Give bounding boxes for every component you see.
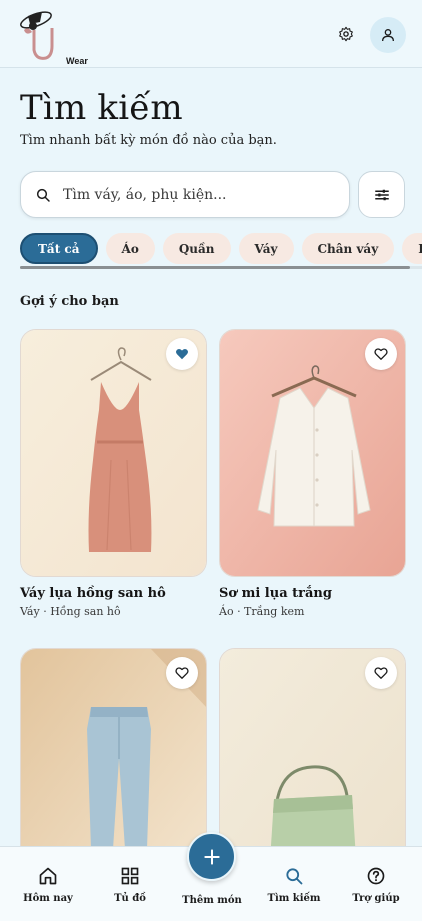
product-name: Váy lụa hồng san hô [20, 586, 166, 601]
chip-accessories[interactable]: Phụ kiện [402, 233, 422, 264]
chip-tops[interactable]: Áo [105, 233, 155, 264]
nav-item-search[interactable]: Tìm kiếm [256, 847, 332, 921]
chips-scrollbar-thumb[interactable] [20, 266, 410, 269]
search-icon [23, 187, 63, 203]
plus-icon [203, 848, 220, 865]
logo-text: Wear [66, 56, 88, 66]
product-card[interactable]: Sơ mi lụa trắng Áo · Trắng kem [219, 329, 406, 618]
product-meta: Áo · Trắng kem [219, 605, 305, 618]
add-item-label: Thêm món [182, 895, 242, 906]
favorite-button[interactable] [166, 338, 198, 370]
nav-item-help[interactable]: Trợ giúp [338, 847, 414, 921]
product-image[interactable] [20, 329, 207, 577]
home-icon [38, 865, 58, 887]
add-item-button[interactable] [187, 832, 236, 881]
chips-scrollbar[interactable] [20, 266, 422, 269]
nav-item-home[interactable]: Hôm nay [10, 847, 86, 921]
chip-skirts[interactable]: Chân váy [301, 233, 395, 264]
section-title: Gợi ý cho bạn [20, 294, 119, 309]
help-icon [366, 865, 386, 887]
heart-filled-icon [176, 348, 188, 360]
favorite-button[interactable] [365, 657, 397, 689]
sliders-icon [374, 189, 389, 200]
chip-pants[interactable]: Quần [162, 233, 231, 264]
search-input[interactable] [63, 186, 349, 203]
heart-outline-icon [374, 348, 388, 360]
user-icon [382, 29, 394, 42]
favorite-button[interactable] [365, 338, 397, 370]
heart-outline-icon [374, 667, 388, 679]
heart-outline-icon [175, 667, 189, 679]
product-name: Sơ mi lụa trắng [219, 586, 332, 601]
settings-button[interactable] [332, 20, 360, 48]
category-chips: Tất cảÁoQuầnVáyChân váy Phụ kiện [20, 233, 422, 265]
grid-icon [120, 865, 140, 887]
chip-dresses[interactable]: Váy [238, 233, 294, 264]
nav-label: Trợ giúp [352, 893, 400, 904]
favorite-button[interactable] [166, 657, 198, 689]
nav-label: Tìm kiếm [267, 893, 321, 904]
product-card[interactable]: Váy lụa hồng san hô Váy · Hồng san hô [20, 329, 207, 618]
chip-all[interactable]: Tất cả [20, 233, 98, 264]
product-meta: Váy · Hồng san hô [20, 605, 121, 618]
logo-figure-icon [20, 11, 54, 60]
app-logo[interactable]: Wear [14, 6, 88, 66]
product-image[interactable] [219, 329, 406, 577]
search-bar[interactable] [20, 171, 350, 218]
gear-icon [339, 26, 353, 42]
search-icon [284, 865, 304, 887]
profile-button[interactable] [370, 17, 406, 53]
page-subtitle: Tìm nhanh bất kỳ món đồ nào của bạn. [20, 133, 277, 148]
nav-label: Tủ đồ [114, 893, 146, 904]
filter-button[interactable] [358, 171, 405, 218]
page-title: Tìm kiếm [20, 88, 183, 128]
nav-item-wardrobe[interactable]: Tủ đồ [92, 847, 168, 921]
app-header: Wear [0, 0, 422, 68]
nav-label: Hôm nay [23, 893, 73, 904]
